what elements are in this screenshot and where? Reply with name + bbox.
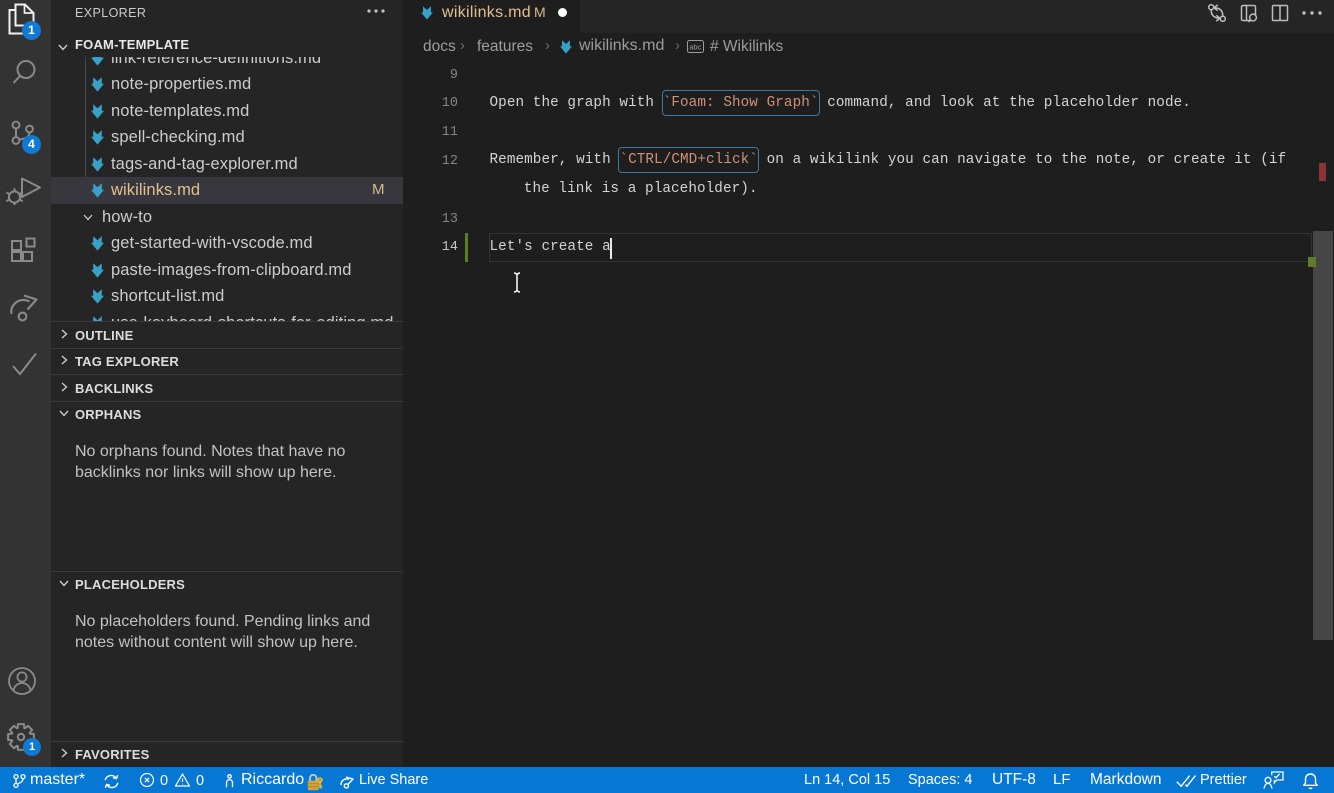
svg-text:abc: abc: [689, 43, 701, 52]
